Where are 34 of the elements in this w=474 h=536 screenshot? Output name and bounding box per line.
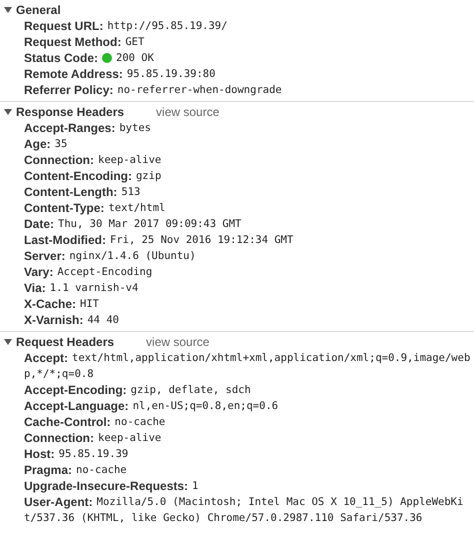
header-line: Content-Length: 513 xyxy=(23,184,142,200)
header-line: Referrer Policy: no-referrer-when-downgrade xyxy=(23,82,283,98)
header-line: Vary: Accept-Encoding xyxy=(23,264,154,280)
view-source-link[interactable]: view source xyxy=(156,103,220,121)
caret-down-icon xyxy=(4,338,12,346)
header-line: X-Varnish: 44 40 xyxy=(23,312,120,328)
header-line: Date: Thu, 30 Mar 2017 09:09:43 GMT xyxy=(23,216,242,232)
header-line: Request URL: http://95.85.19.39/ xyxy=(23,18,228,34)
header-line: Server: nginx/1.4.6 (Ubuntu) xyxy=(23,248,197,264)
section-toggle[interactable]: Request Headers xyxy=(4,333,114,351)
header-line: Age: 35 xyxy=(23,136,68,152)
header-line: Accept-Language: nl,en-US;q=0.8,en;q=0.6 xyxy=(23,398,280,414)
view-source-link[interactable]: view source xyxy=(146,333,210,351)
header-line: Accept-Encoding: gzip, deflate, sdch xyxy=(23,382,252,398)
header-line: Upgrade-Insecure-Requests: 1 xyxy=(23,478,200,494)
header-line: Last-Modified: Fri, 25 Nov 2016 19:12:34 GMT xyxy=(23,232,294,248)
caret-down-icon xyxy=(4,6,12,14)
header-line: Status Code: 200 OK xyxy=(23,50,155,66)
header-line: Accept-Ranges: bytes xyxy=(23,120,152,136)
header-line: X-Cache: HIT xyxy=(23,296,100,312)
header-line: User-Agent: Mozilla/5.0 (Macintosh; Intel Mac OS X 10_11_5) AppleWebKit/537.36 (KHTML, like Gecko) Chrome/57.0.2987.110 Safari/537.36 xyxy=(23,494,464,526)
header-line: Request Method: GET xyxy=(23,34,146,50)
header-line: Connection: keep-alive xyxy=(23,152,162,168)
header-line: Remote Address: 95.85.19.39:80 xyxy=(23,66,216,82)
section-toggle[interactable]: General xyxy=(4,1,61,19)
caret-down-icon xyxy=(4,108,12,116)
header-line: Connection: keep-alive xyxy=(23,430,162,446)
header-line: Cache-Control: no-cache xyxy=(23,414,166,430)
header-line: Host: 95.85.19.39 xyxy=(23,446,130,462)
header-line: Content-Type: text/html xyxy=(23,200,166,216)
header-line: Via: 1.1 varnish-v4 xyxy=(23,280,140,296)
section-toggle[interactable]: Response Headers xyxy=(4,103,124,121)
header-line: Content-Encoding: gzip xyxy=(23,168,162,184)
header-line: Pragma: no-cache xyxy=(23,462,128,478)
